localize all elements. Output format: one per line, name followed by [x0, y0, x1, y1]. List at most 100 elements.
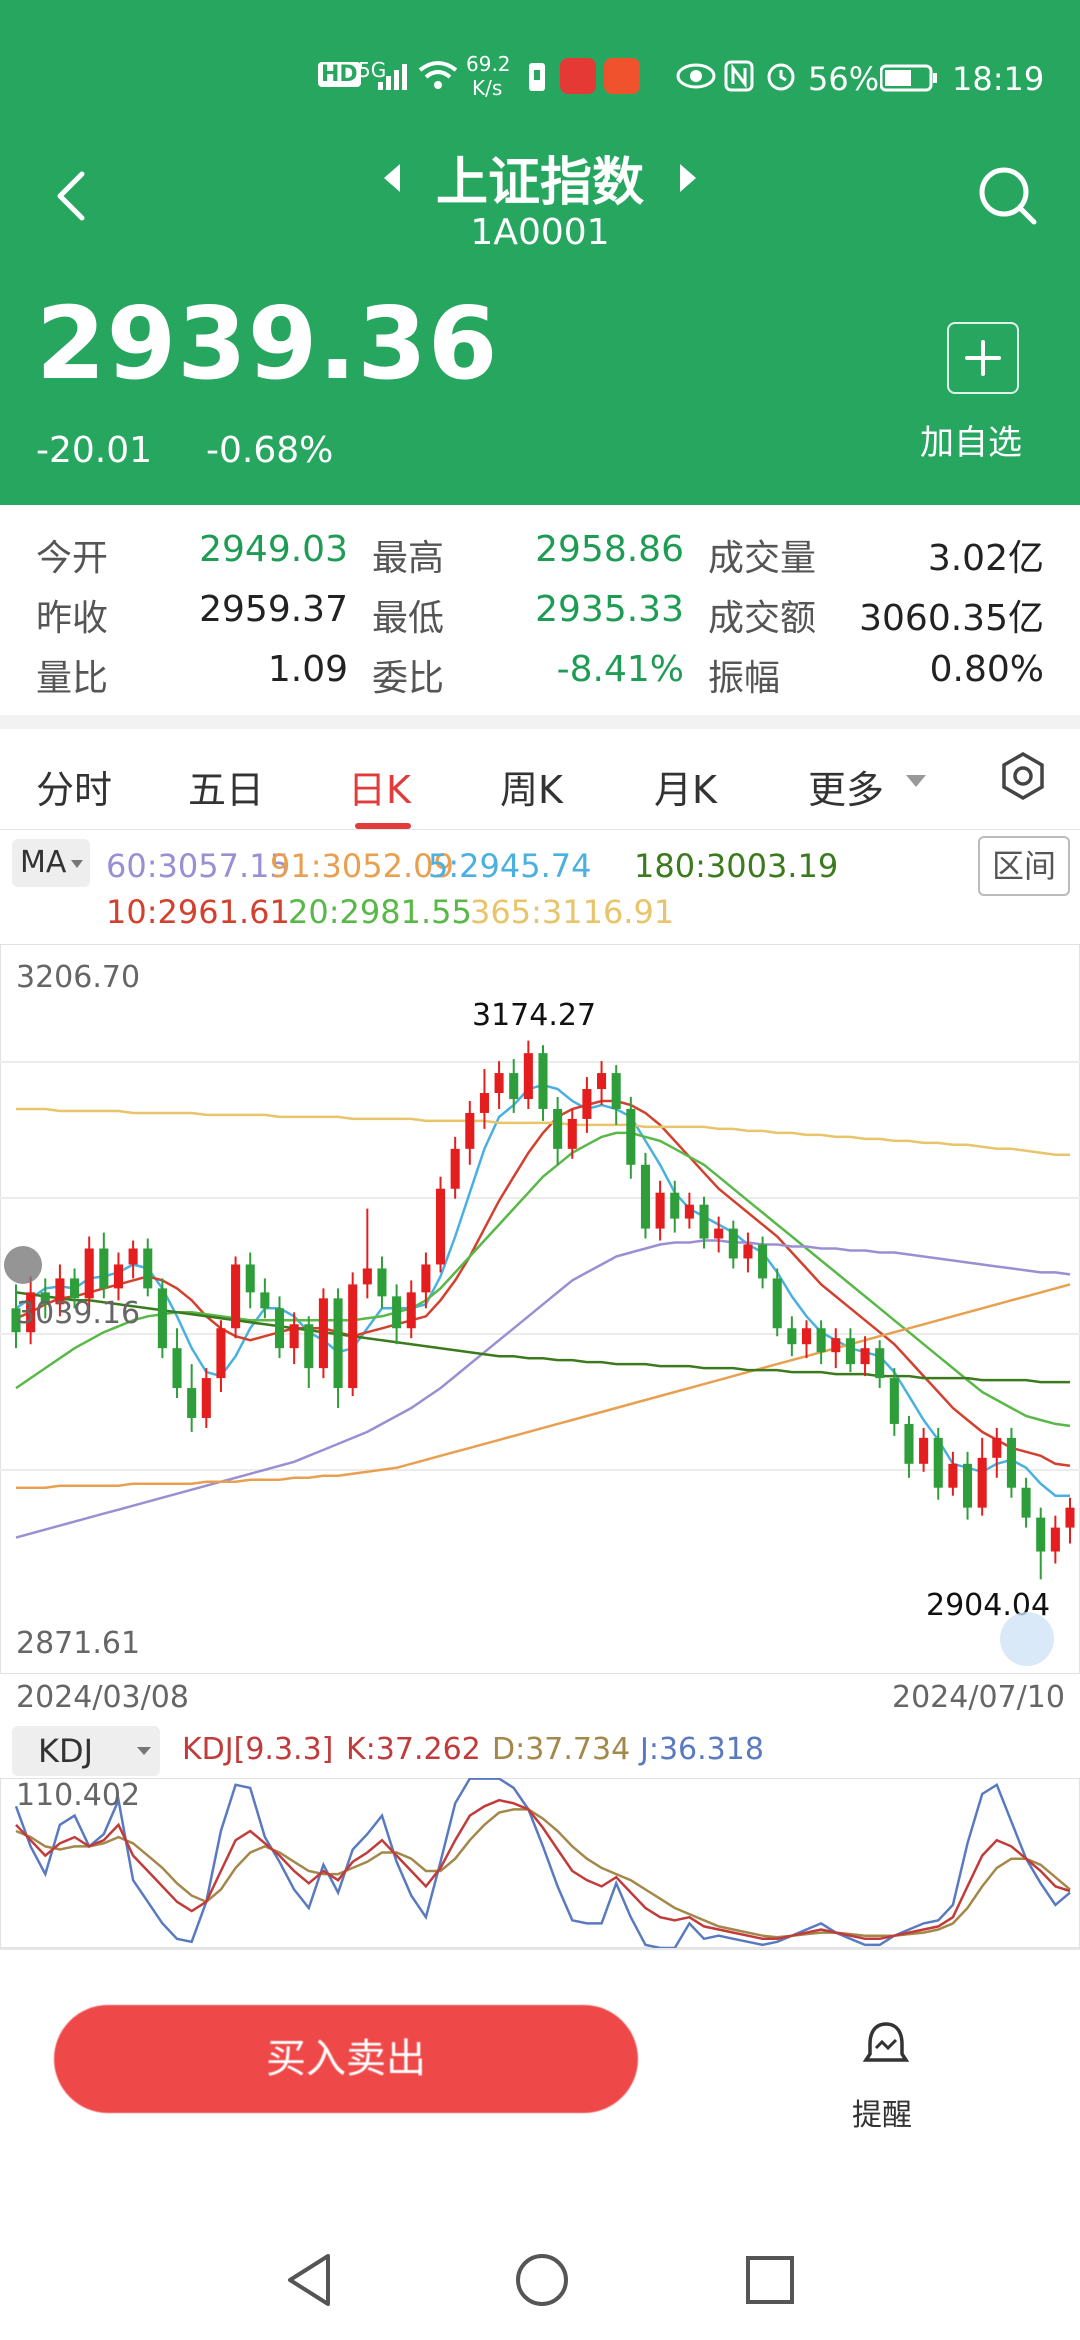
trade-button[interactable]: 买入卖出: [54, 2005, 638, 2113]
candle-body: [187, 1388, 197, 1418]
candle-body: [992, 1437, 1002, 1458]
candle: [523, 1040, 533, 1109]
tab-0[interactable]: 分时: [36, 759, 112, 814]
stats-panel: 今开 2949.03 最高 2958.86 成交量 3.02亿 昨收 2959.37 最低 293…: [0, 505, 1080, 715]
nav-back-icon[interactable]: [282, 2250, 336, 2310]
candle-body: [626, 1108, 636, 1165]
nav-home-icon[interactable]: [514, 2252, 570, 2308]
next-stock-icon[interactable]: [676, 160, 700, 196]
sim-icon: [529, 63, 545, 91]
signal-icon: [378, 64, 407, 90]
nav-recents-icon[interactable]: [744, 2254, 796, 2306]
candle: [962, 1451, 973, 1520]
kdj-y-top-label: 110.402: [16, 1778, 141, 1813]
stat-value: 3060.35亿: [859, 598, 1044, 639]
ma-value: 10:2961.61: [106, 893, 290, 931]
kdj-line-k: [15, 1798, 1071, 1941]
candle: [904, 1415, 914, 1478]
candle-body: [172, 1348, 182, 1389]
candle: [597, 1061, 607, 1105]
candle-body: [670, 1192, 680, 1219]
range-button[interactable]: 区间: [978, 836, 1070, 896]
search-icon[interactable]: [976, 164, 1040, 228]
ma-legend: MA 60:3057.15 91:3052.09 5:2945.74 180:3003…: [0, 829, 1080, 944]
kdj-legend: KDJ KDJ[9.3.3] K:37.262 D:37.734 J:36.31…: [0, 1722, 1080, 1778]
candle-body: [655, 1192, 665, 1229]
candle: [772, 1268, 782, 1337]
tab-3[interactable]: 周K: [500, 759, 563, 814]
candle-body: [684, 1204, 694, 1219]
candle: [640, 1152, 651, 1239]
add-watchlist-button[interactable]: [947, 322, 1019, 394]
ma-selector-button[interactable]: MA: [12, 839, 90, 887]
indicator-dropdown-icon: [137, 1747, 151, 1755]
tab-1[interactable]: 五日: [188, 759, 264, 814]
candle-body: [845, 1338, 855, 1365]
tab-5[interactable]: 更多: [808, 759, 884, 814]
ma-value: 20:2981.55: [288, 893, 472, 931]
candle: [304, 1316, 314, 1389]
settings-icon[interactable]: [998, 751, 1048, 801]
add-watchlist-label[interactable]: 加自选: [920, 415, 1022, 464]
candle-body: [406, 1292, 416, 1329]
bell-icon[interactable]: [862, 2020, 910, 2070]
candle-body: [948, 1463, 958, 1488]
status-bar: HD 5G 69.2 K/s 56% 18:19: [0, 40, 1080, 120]
candle-body: [113, 1264, 124, 1289]
ma-dropdown-icon: [71, 860, 83, 868]
candle-body: [831, 1338, 841, 1353]
stat-label: 昨收: [36, 598, 109, 639]
stat-label: 委比: [372, 658, 445, 699]
candle-body: [494, 1073, 504, 1094]
candle: [801, 1320, 812, 1359]
ma-value: 91:3052.09: [270, 847, 454, 885]
candle-body: [421, 1264, 431, 1293]
indicator-selector-label: KDJ: [38, 1732, 94, 1770]
candle-body: [377, 1268, 387, 1297]
kdj-j-value: J:36.318: [640, 1732, 764, 1767]
kdj-k-value: K:37.262: [346, 1732, 481, 1767]
ma-value: 5:2945.74: [428, 847, 592, 885]
candle: [655, 1180, 665, 1241]
ma-value: 365:3116.91: [470, 893, 675, 931]
wifi-icon: [418, 61, 458, 89]
chart-handle[interactable]: [4, 1246, 42, 1284]
kdj-chart[interactable]: 110.402: [0, 1777, 1080, 1950]
kline-chart-svg[interactable]: [0, 943, 1080, 1675]
remind-label[interactable]: 提醒: [852, 2090, 912, 2134]
candle-body: [1050, 1527, 1060, 1552]
kline-chart[interactable]: 3206.70 3039.16 2871.61 3174.27 2904.04: [0, 943, 1080, 1675]
candle: [1065, 1497, 1075, 1544]
system-nav-bar: [0, 2200, 1080, 2340]
candle-body: [538, 1053, 548, 1109]
x-axis-start-label: 2024/03/08: [16, 1680, 189, 1715]
y-axis-mid-label: 3039.16: [16, 1296, 141, 1331]
stat-value: 3.02亿: [927, 538, 1044, 579]
tab-4[interactable]: 月K: [654, 759, 717, 814]
candle-body: [450, 1148, 460, 1189]
candle-body: [231, 1264, 241, 1329]
candle: [377, 1256, 387, 1309]
nfc-icon: [724, 60, 754, 92]
candle-body: [553, 1108, 563, 1149]
kdj-chart-svg[interactable]: [0, 1777, 1080, 1950]
stat-value: -8.41%: [556, 649, 684, 690]
candle-body: [84, 1248, 94, 1299]
candle: [406, 1280, 416, 1339]
alarm-icon: [767, 63, 795, 91]
candle-body: [728, 1228, 738, 1259]
y-axis-top-label: 3206.70: [16, 960, 141, 995]
candle-body: [875, 1348, 885, 1379]
candle-body: [523, 1053, 533, 1099]
stock-title: 上证指数: [435, 153, 644, 213]
candle-body: [860, 1348, 870, 1365]
candle-body: [392, 1296, 402, 1329]
candle-body: [816, 1328, 826, 1353]
candle-body: [157, 1288, 167, 1349]
stat-label: 今开: [36, 538, 109, 579]
candle: [348, 1272, 358, 1397]
indicator-selector-button[interactable]: KDJ: [12, 1726, 160, 1776]
chart-end-marker[interactable]: [1000, 1612, 1054, 1666]
stat-value: 2949.03: [199, 529, 348, 570]
tab-2[interactable]: 日K: [348, 759, 411, 814]
